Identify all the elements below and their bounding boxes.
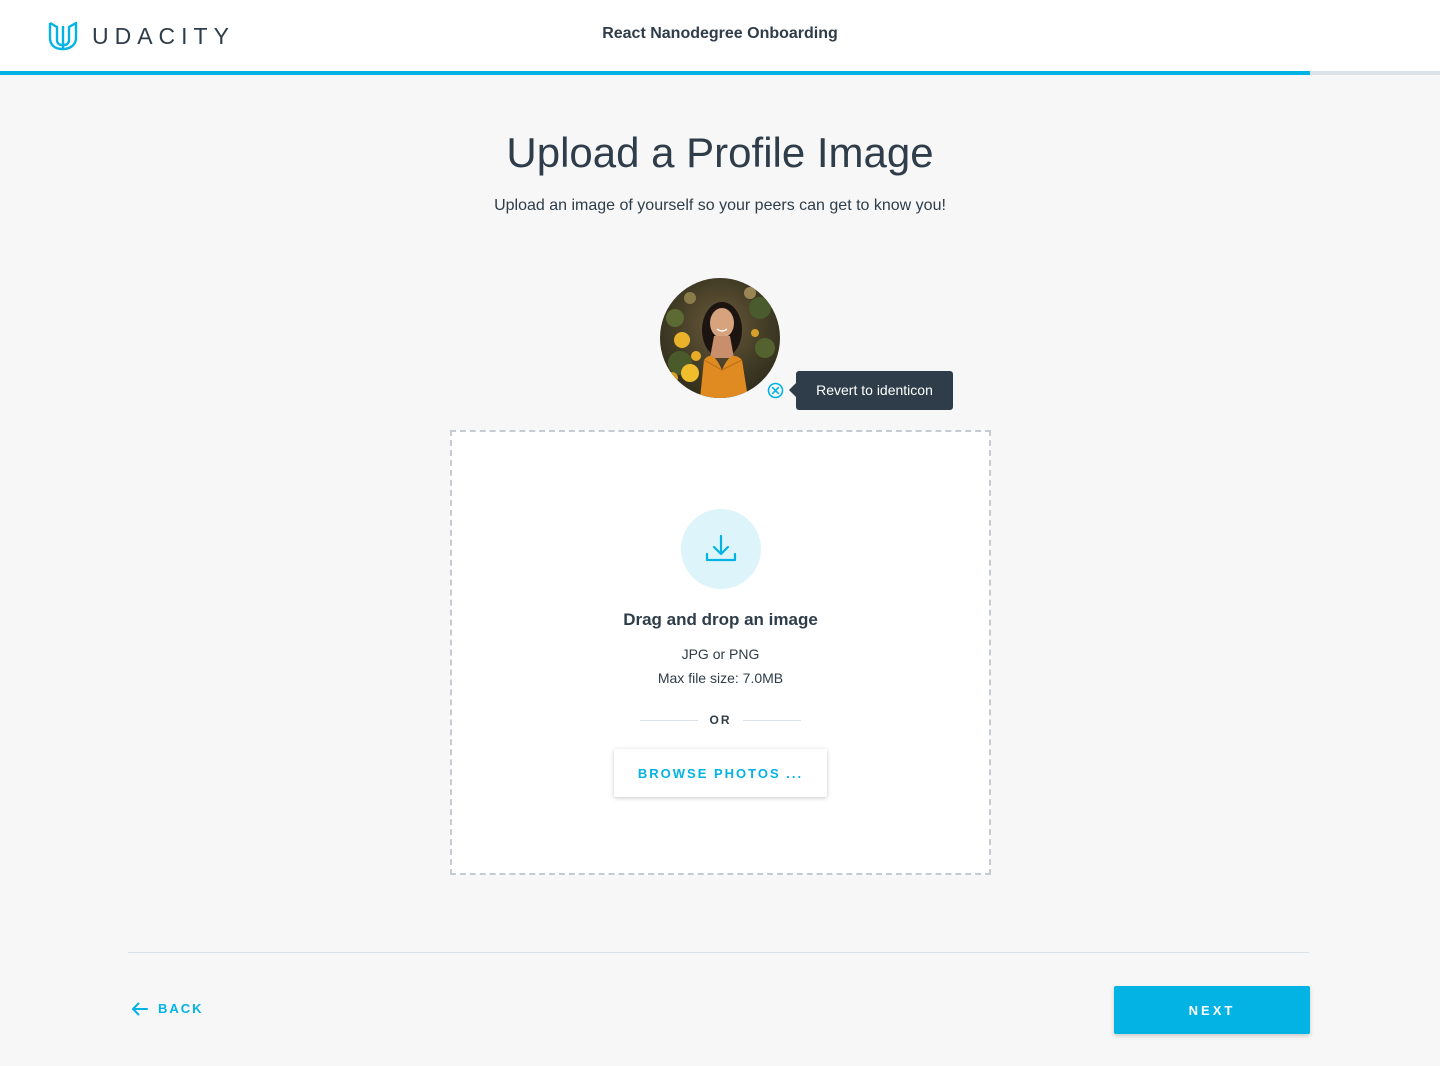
page-subtitle: Upload an image of yourself so your peer… (494, 197, 946, 214)
top-nav: UDACITY React Nanodegree Onboarding (0, 0, 1440, 71)
image-dropzone[interactable]: Drag and drop an image JPG or PNG Max fi… (450, 430, 991, 875)
footer-divider (128, 952, 1309, 953)
arrow-left-icon (132, 1002, 148, 1015)
program-title: React Nanodegree Onboarding (602, 25, 838, 42)
next-button[interactable]: NEXT (1114, 986, 1310, 1034)
page-title: Upload a Profile Image (506, 129, 934, 176)
circle-x-icon[interactable] (767, 382, 784, 399)
back-label: BACK (158, 1001, 204, 1016)
progress-bar-fill (0, 71, 1311, 75)
profile-photo (660, 278, 780, 398)
progress-bar (0, 71, 1440, 75)
profile-avatar (660, 278, 780, 398)
or-label: OR (709, 713, 732, 727)
download-icon (681, 509, 761, 589)
back-button[interactable]: BACK (131, 1001, 204, 1016)
dropzone-formats: JPG or PNG (681, 646, 760, 662)
revert-tooltip: Revert to identicon (789, 371, 953, 410)
dropzone-title: Drag and drop an image (623, 610, 818, 629)
or-divider: OR (640, 712, 801, 728)
browse-photos-button[interactable]: BROWSE PHOTOS ... (614, 749, 827, 797)
dropzone-max-size: Max file size: 7.0MB (657, 670, 784, 686)
